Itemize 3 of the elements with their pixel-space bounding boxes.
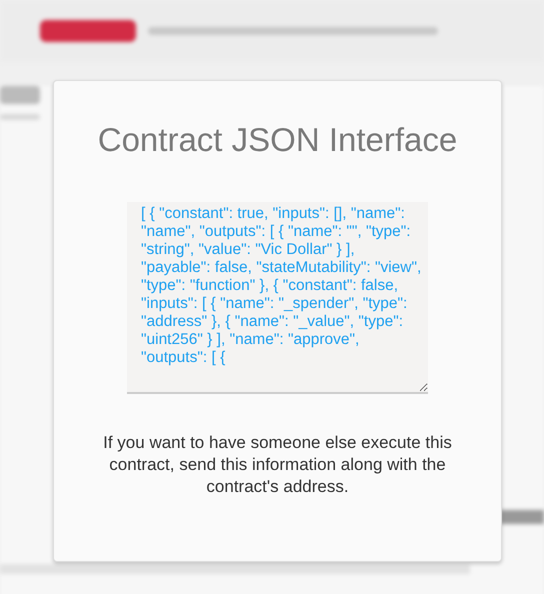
info-message: If you want to have someone else execute this contract, send this information along with the contract's address. [102, 432, 453, 498]
modal-title: Contract JSON Interface [98, 120, 458, 160]
json-text-area[interactable]: [ { "constant": true, "inputs": [], "name": "name", "outputs": [ { "name": "", "type": "string", "value": "Vic Dollar" } ], "payable": false, "stateMutability": "view", "type": "function" }, { "constant": false, "inputs": [ { "name": "_spender", "type": "address" }, { "name": "_value", "type": "uint256" } ], "name": "approve", "outputs": [ { [127, 202, 428, 394]
